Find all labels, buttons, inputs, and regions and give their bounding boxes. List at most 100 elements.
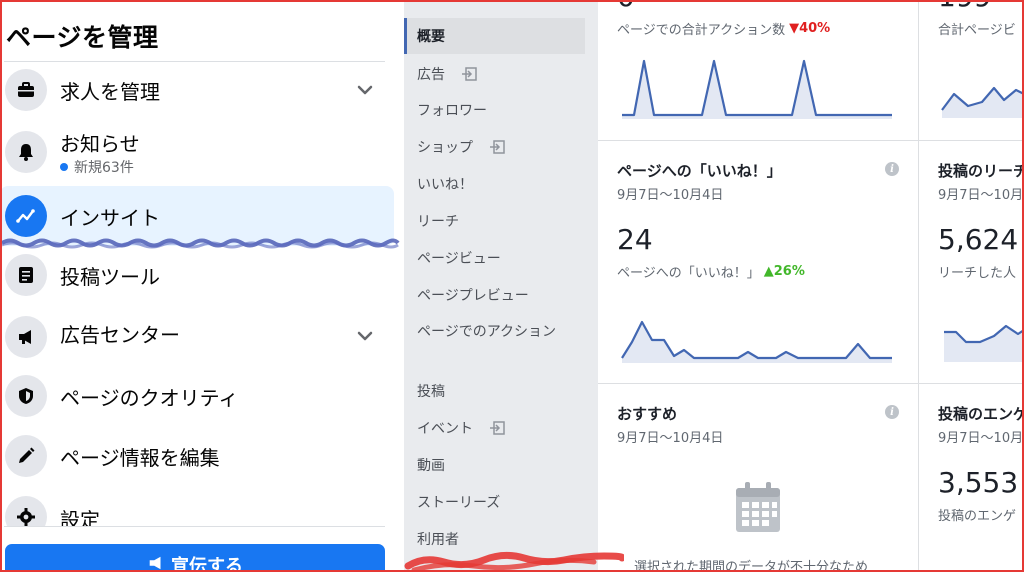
nav-label: 投稿 [417,384,445,400]
nav-item-page-previews[interactable]: ページプレビュー [404,284,585,306]
metric-value: 5,624 [938,223,1019,256]
card-date-range: 9月7日～10月4日 [617,188,724,203]
metric-caption: 投稿のエンゲ [938,509,1017,524]
nav-item-videos[interactable]: 動画 [404,454,585,476]
pencil-icon [5,435,47,477]
metric-caption: 合計ページビ [938,23,1016,38]
nav-item-followers[interactable]: フォロワー [404,99,585,121]
sidebar-divider [4,526,385,527]
nav-item-events[interactable]: イベント [404,417,585,439]
nav-item-page-views[interactable]: ページビュー [404,247,585,269]
red-scribble-annotation [404,551,624,572]
metric-caption: ページでの合計アクション数 ▼40% [617,19,830,38]
unread-dot [60,163,68,171]
sidebar-item-label: インサイト [60,205,160,230]
nav-item-overview[interactable]: 概要 [404,18,585,54]
chevron-down-icon[interactable] [356,327,374,345]
card-title: おすすめ [617,405,678,423]
sidebar-item-label: 求人を管理 [60,79,160,104]
sidebar-item-label: お知らせ [60,132,140,156]
metric-caption-text: ページでの合計アクション数 [617,23,786,38]
nav-label: フォロワー [417,103,487,119]
sparkline-page-views [941,86,1024,118]
metric-value: 199 [938,0,991,13]
card-row-divider [598,383,1024,384]
sparkline-actions [622,59,892,119]
insights-nav: 概要 広告 フォロワー ショップ いいね！ リーチ ページビュー ページプレビュ… [404,0,598,572]
sidebar-item-notifications[interactable]: お知らせ 新規63件 [0,120,394,184]
nav-label: 利用者 [417,532,459,548]
nav-item-likes[interactable]: いいね！ [404,173,585,195]
promote-button-label: 宣伝する [171,556,243,572]
card-title: ページへの「いいね！」 [617,162,782,180]
insufficient-data-message: 選択された期間のデータが不十分なため [634,560,869,572]
external-link-icon [490,421,505,435]
nav-label: 動画 [417,458,445,474]
sidebar-item-label: ページのクオリティ [60,385,239,410]
nav-label: ページでのアクション [417,324,557,340]
metric-caption: ページへの「いいね！」 ▲26% [617,262,805,281]
nav-item-reach[interactable]: リーチ [404,210,585,232]
publishing-tools-icon [5,254,47,296]
nav-item-page-actions[interactable]: ページでのアクション [417,321,567,343]
chevron-down-icon[interactable] [356,81,374,99]
shield-icon [5,375,47,417]
metric-caption: リーチした人 [938,266,1017,281]
nav-item-stories[interactable]: ストーリーズ [404,491,585,513]
manage-page-sidebar: ページを管理 求人を管理 お知らせ 新規63件 インサイト 投稿ツール 広告セン… [0,0,404,572]
card-date-range: 9月7日～10月4日 [938,188,1024,203]
gear-icon [5,496,47,526]
nav-label: いいね！ [417,177,473,193]
metric-value: 24 [617,223,653,256]
bell-icon [5,131,47,173]
sidebar-item-label: 設定 [60,508,100,526]
card-date-range: 9月7日～10月4日 [938,431,1024,446]
metric-value: 3,553 [938,466,1019,499]
sidebar-item-jobs[interactable]: 求人を管理 [0,60,394,120]
metric-value: 0 [617,0,635,13]
megaphone-icon [5,316,47,358]
sidebar-item-label: ページ情報を編集 [60,445,220,470]
promote-button[interactable]: 宣伝する [5,544,385,572]
calendar-icon [736,482,780,532]
card-date-range: 9月7日～10月4日 [617,431,724,446]
card-row-divider [598,140,1024,141]
sidebar-item-ad-center[interactable]: 広告センター [0,305,394,365]
sidebar-item-settings[interactable]: 設定 [0,486,394,526]
sidebar-title: ページを管理 [6,23,159,52]
sidebar-item-edit-page-info[interactable]: ページ情報を編集 [0,426,394,486]
nav-item-shop[interactable]: ショップ [404,136,585,158]
nav-label: ストーリーズ [417,495,501,511]
metric-change-down: ▼40% [789,21,831,36]
info-icon[interactable]: i [885,162,899,176]
external-link-icon [490,140,505,154]
info-icon[interactable]: i [885,405,899,419]
card-title: 投稿のリーチ [938,162,1024,180]
briefcase-icon [5,69,47,111]
nav-label: 広告 [417,67,445,83]
external-link-icon [462,67,477,81]
megaphone-icon [149,556,161,570]
sidebar-item-page-quality[interactable]: ページのクオリティ [0,366,394,426]
nav-item-posts[interactable]: 投稿 [404,380,585,402]
nav-label: 概要 [417,29,445,45]
nav-label: リーチ [417,214,459,230]
sparkline-reach [944,324,1024,362]
nav-item-people[interactable]: 利用者 [404,528,585,550]
nav-item-ads[interactable]: 広告 [404,63,585,85]
nav-label: ページビュー [417,251,501,267]
notification-count: 新規63件 [60,157,134,177]
metric-change-up: ▲26% [763,264,805,279]
sidebar-item-publishing-tools[interactable]: 投稿ツール [0,245,394,305]
nav-label: ページプレビュー [417,288,529,304]
sparkline-likes [621,320,892,363]
nav-label: ショップ [417,140,473,156]
sidebar-item-label: 広告センター [60,323,180,347]
metric-caption-text: ページへの「いいね！」 [617,266,760,281]
notification-count-label: 新規63件 [74,160,134,176]
card-column-divider [918,0,919,572]
nav-label: イベント [417,421,473,437]
card-title: 投稿のエンゲ [938,405,1024,423]
insights-chart-icon [5,195,47,237]
sidebar-item-label: 投稿ツール [60,264,160,289]
